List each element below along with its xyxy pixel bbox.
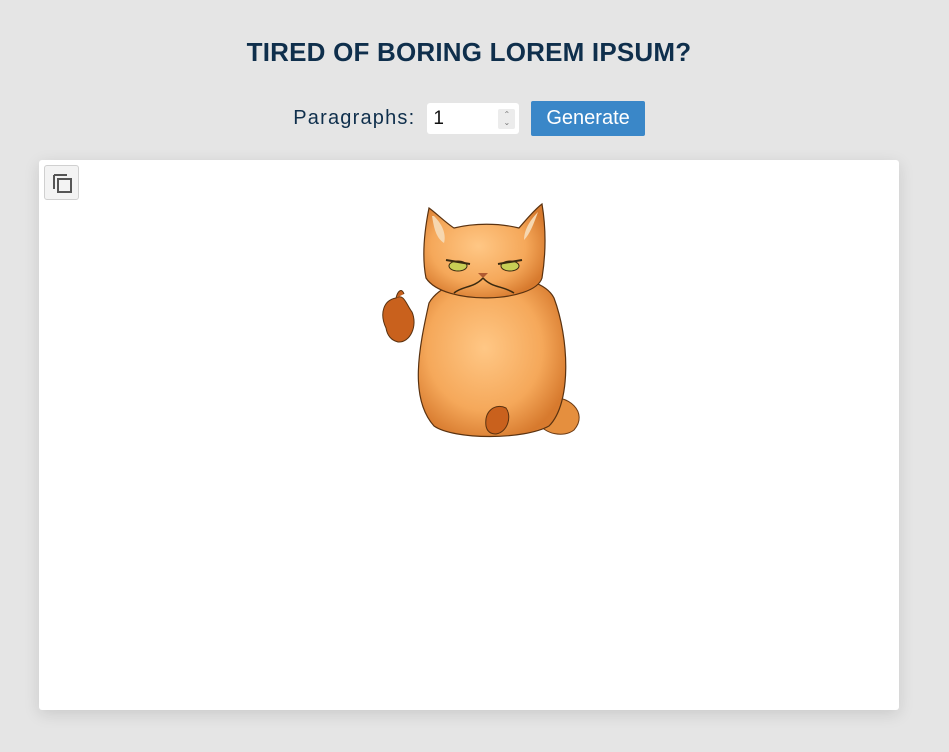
- page-title: TIRED OF BORING LOREM IPSUM?: [246, 37, 692, 67]
- paragraphs-input[interactable]: 1 ⌃ ⌄: [427, 103, 520, 134]
- generate-button[interactable]: Generate: [531, 101, 645, 136]
- number-spinner[interactable]: ⌃ ⌄: [498, 108, 516, 129]
- spinner-down-icon[interactable]: ⌄: [504, 118, 511, 127]
- copy-icon: [52, 173, 72, 193]
- output-panel: [39, 160, 899, 710]
- paragraphs-label: Paragraphs:: [293, 107, 416, 129]
- grumpy-cat-image: [382, 202, 580, 438]
- generator-controls: Paragraphs: 1 ⌃ ⌄ Generate: [0, 101, 938, 136]
- paragraphs-value: 1: [433, 107, 444, 129]
- copy-button[interactable]: [44, 165, 79, 200]
